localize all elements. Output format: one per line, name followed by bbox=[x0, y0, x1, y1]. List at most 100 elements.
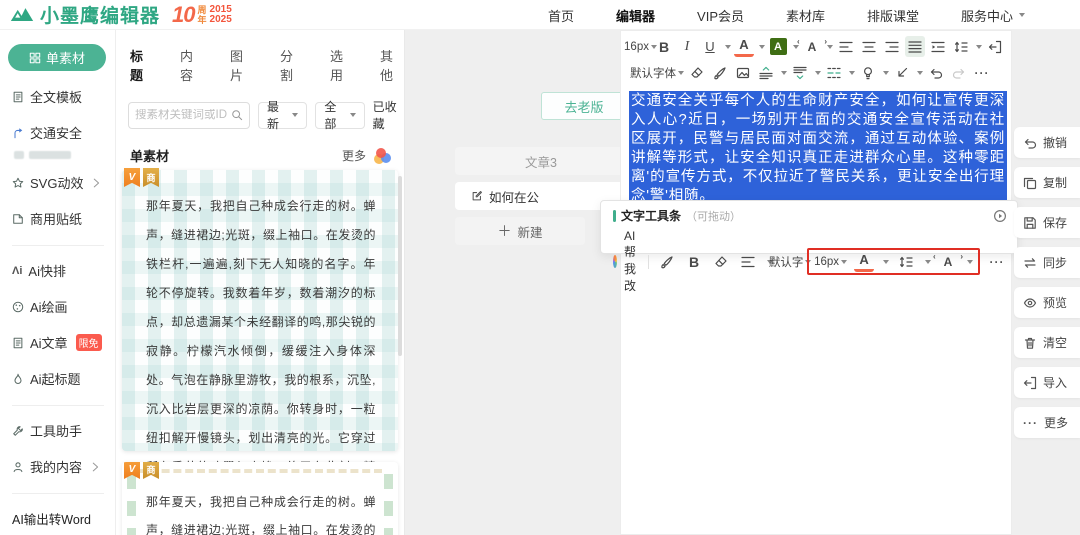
line-height-button[interactable] bbox=[896, 251, 916, 272]
article-icon bbox=[12, 337, 24, 349]
bold-button[interactable]: B bbox=[654, 36, 674, 57]
eraser-icon bbox=[714, 255, 728, 269]
selected-paragraph[interactable]: 交通安全关乎每个人的生命财产安全，如何让宣传更深入人心?近日，一场别开生面的交通… bbox=[629, 91, 1007, 207]
font-size-select[interactable]: 16px bbox=[814, 251, 848, 272]
new-doc-button[interactable]: ＋ 新建 bbox=[455, 217, 585, 245]
more-link[interactable]: 更多 bbox=[342, 147, 366, 164]
materials-scrollbar[interactable] bbox=[398, 176, 402, 356]
align-center-button[interactable] bbox=[859, 36, 879, 57]
tab-divider[interactable]: 分割 bbox=[280, 46, 304, 84]
chevron-down-icon bbox=[883, 259, 890, 264]
tab-image[interactable]: 图片 bbox=[230, 46, 254, 84]
font-color-button[interactable]: A bbox=[854, 251, 875, 272]
tab-content[interactable]: 内容 bbox=[180, 46, 204, 84]
legacy-version-button[interactable]: 去老版 bbox=[541, 92, 627, 120]
clear-format-button[interactable] bbox=[687, 62, 707, 83]
redo-button[interactable] bbox=[949, 62, 969, 83]
insert-position-button[interactable] bbox=[892, 62, 912, 83]
font-family-select[interactable]: 默认字 bbox=[769, 251, 812, 272]
paragraph-spacing-button[interactable] bbox=[824, 62, 844, 83]
tab-selected[interactable]: 选用 bbox=[330, 46, 354, 84]
highlight-color-button[interactable]: A bbox=[768, 36, 788, 57]
search-box[interactable] bbox=[128, 101, 250, 129]
material-card[interactable]: V 商 那年夏天，我把自己种成会行走的树。蝉声，缝进裙边;光斑，缀上袖口。在发烫… bbox=[122, 168, 398, 503]
clear-format-button[interactable] bbox=[711, 251, 731, 272]
undo-button[interactable] bbox=[926, 62, 946, 83]
font-family-select[interactable]: 默认字体 bbox=[630, 62, 684, 83]
clear-action-button[interactable]: 清空 bbox=[1014, 327, 1080, 358]
font-size-select[interactable]: 16px bbox=[624, 36, 657, 57]
floating-toolbar-title: 文字工具条 bbox=[621, 209, 682, 223]
format-brush-button[interactable] bbox=[657, 251, 677, 272]
import-action-button[interactable]: 导入 bbox=[1014, 367, 1080, 398]
ai-sparkle-icon bbox=[613, 255, 618, 268]
filter-all-dropdown[interactable]: 全部 bbox=[315, 100, 365, 131]
sidebar-item-partial bbox=[14, 151, 115, 159]
copy-action-button[interactable]: 复制 bbox=[1014, 167, 1080, 198]
letter-spacing-button[interactable]: ‹ A › bbox=[933, 251, 963, 272]
sort-newest-dropdown[interactable]: 最新 bbox=[258, 100, 308, 131]
more-tools-button[interactable]: ··· bbox=[987, 251, 1007, 272]
sidebar-item-svg-effects[interactable]: SVG动效 bbox=[12, 173, 115, 192]
sidebar-item-ai-title[interactable]: Ai起标题 bbox=[12, 369, 115, 388]
align-button[interactable] bbox=[738, 251, 758, 272]
nav-vip[interactable]: VIP会员 bbox=[697, 6, 744, 25]
app-logo[interactable]: 小墨鹰编辑器 bbox=[0, 1, 160, 28]
doc-tab-article3[interactable]: 文章3 bbox=[455, 147, 627, 175]
save-action-button[interactable]: 保存 bbox=[1014, 207, 1080, 238]
tab-other[interactable]: 其他 bbox=[380, 46, 404, 84]
sidebar-item-single-material[interactable]: 单素材 bbox=[8, 44, 106, 71]
chevron-right-icon bbox=[90, 177, 102, 189]
sidebar-item-ai-quick-layout[interactable]: Λi Ai快排 bbox=[12, 261, 115, 280]
chevron-down-icon bbox=[349, 113, 356, 117]
line-height-button[interactable] bbox=[951, 36, 971, 57]
ai-output-to-word-link[interactable]: AI输出转Word bbox=[12, 509, 115, 528]
floating-text-toolbar[interactable]: 文字工具条 （可拖动） AI帮我改 B 默认字 16px A ‹ A › ··· bbox=[600, 200, 1018, 293]
search-icon bbox=[231, 109, 243, 121]
underline-button[interactable]: U bbox=[700, 36, 720, 57]
margin-top-button[interactable] bbox=[756, 62, 776, 83]
sync-action-button[interactable]: 同步 bbox=[1014, 247, 1080, 278]
align-right-button[interactable] bbox=[882, 36, 902, 57]
more-action-button[interactable]: ··· 更多 bbox=[1014, 407, 1080, 438]
sidebar-item-ai-painting[interactable]: Ai绘画 bbox=[12, 297, 115, 316]
nav-typeset-class[interactable]: 排版课堂 bbox=[867, 6, 919, 25]
color-palette-icon[interactable] bbox=[374, 147, 392, 164]
sidebar-item-full-template[interactable]: 全文模板 bbox=[12, 87, 115, 106]
favorited-link[interactable]: 已收藏 bbox=[373, 98, 404, 132]
nav-home[interactable]: 首页 bbox=[548, 6, 574, 25]
eye-icon bbox=[1023, 296, 1037, 310]
format-brush-button[interactable] bbox=[710, 62, 730, 83]
sidebar-item-commercial-stickers[interactable]: 商用贴纸 bbox=[12, 209, 115, 228]
sidebar-item-tool-assistant[interactable]: 工具助手 bbox=[12, 421, 115, 440]
play-circle-icon[interactable] bbox=[993, 209, 1007, 223]
sidebar-item-ai-article[interactable]: Ai文章 限免 bbox=[12, 333, 115, 352]
letter-spacing-button[interactable]: ‹ A › bbox=[797, 36, 827, 57]
align-center-icon bbox=[862, 40, 876, 54]
anniversary-years: 2015 2025 bbox=[209, 3, 232, 25]
undo-action-button[interactable]: 撤销 bbox=[1014, 127, 1080, 158]
font-color-button[interactable]: A bbox=[734, 36, 754, 57]
insert-image-button[interactable] bbox=[733, 62, 753, 83]
nav-material-library[interactable]: 素材库 bbox=[786, 6, 825, 25]
materials-panel: 标题 内容 图片 分割 选用 其他 最新 全部 已收藏 单素材 更多 bbox=[116, 30, 405, 535]
star-icon bbox=[12, 177, 24, 189]
italic-button[interactable]: I bbox=[677, 36, 697, 57]
nav-editor[interactable]: 编辑器 bbox=[616, 6, 655, 25]
more-tools-button[interactable]: ··· bbox=[972, 62, 992, 83]
idea-button[interactable] bbox=[858, 62, 878, 83]
align-justify-button[interactable] bbox=[905, 36, 925, 57]
search-input[interactable] bbox=[135, 109, 231, 121]
align-left-button[interactable] bbox=[836, 36, 856, 57]
preview-action-button[interactable]: 预览 bbox=[1014, 287, 1080, 318]
nav-service-center[interactable]: 服务中心 bbox=[961, 6, 1026, 25]
exit-indent-button[interactable] bbox=[985, 36, 1005, 57]
material-card[interactable]: V 商 那年夏天，我把自己种成会行走的树。蝉声，缝进裙边;光斑，缀上袖口。在发烫… bbox=[122, 462, 398, 535]
ai-rewrite-button[interactable]: AI帮我改 bbox=[624, 229, 639, 294]
margin-bottom-button[interactable] bbox=[790, 62, 810, 83]
tab-title[interactable]: 标题 bbox=[130, 46, 154, 84]
sidebar-item-my-content[interactable]: 我的内容 bbox=[12, 457, 115, 476]
bold-button[interactable]: B bbox=[684, 251, 704, 272]
indent-button[interactable] bbox=[928, 36, 948, 57]
sidebar-item-traffic-safety[interactable]: 交通安全 bbox=[12, 123, 115, 142]
